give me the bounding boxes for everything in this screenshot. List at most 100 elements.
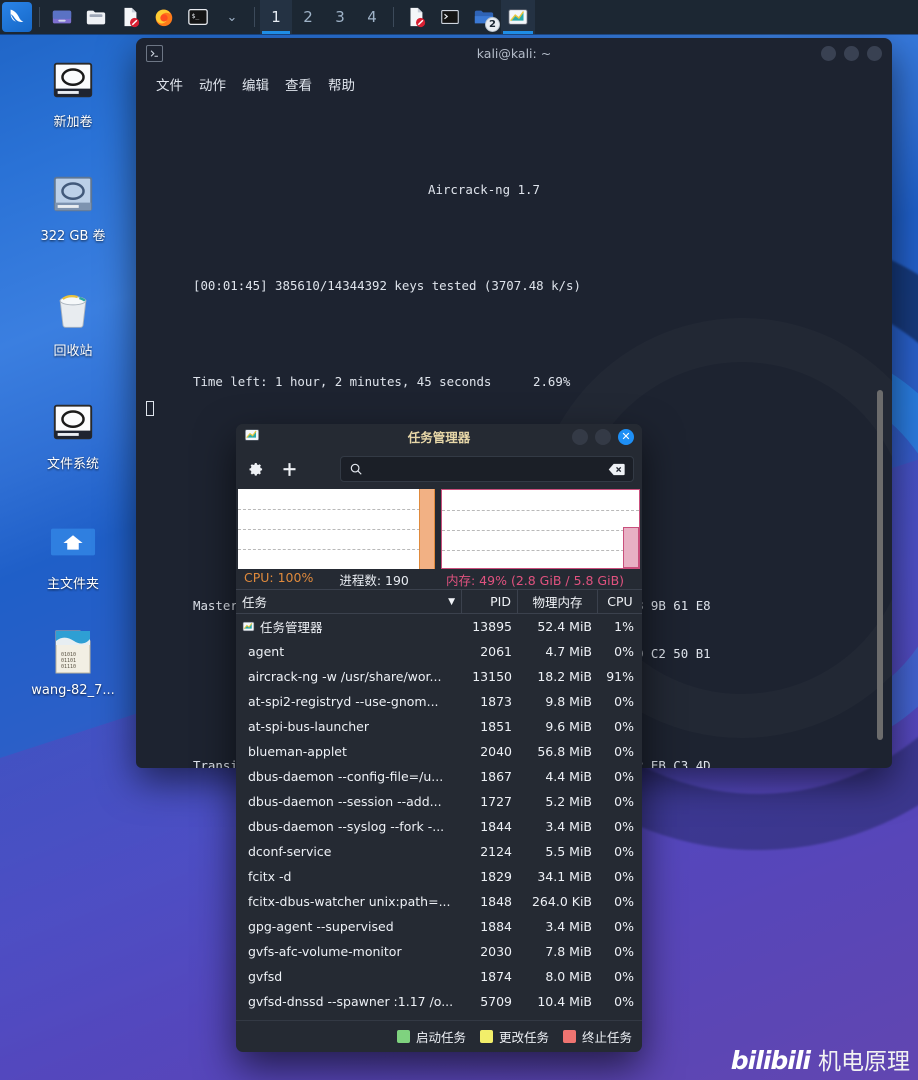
svg-text:01110: 01110 [61,664,76,670]
desktop-icon-322gb-volume[interactable]: 322 GB 卷 [18,170,128,244]
table-row[interactable]: dconf-service 2124 5.5 MiB 0% [236,839,642,864]
aircrack-title: Aircrack-ng 1.7 [428,182,540,197]
workspace-switcher-icon[interactable] [45,0,79,34]
desktop-icon-label: wang-82_7... [31,683,115,698]
process-memory: 9.8 MiB [545,694,592,709]
settings-button[interactable] [244,461,266,478]
table-row[interactable]: gpg-agent --supervised 1884 3.4 MiB 0% [236,914,642,939]
process-list[interactable]: 任务管理器 13895 52.4 MiB 1% agent 2061 4.7 M… [236,614,642,1020]
column-header-memory[interactable]: 物理内存 [518,590,598,613]
resource-graphs [236,489,642,569]
table-row[interactable]: agent 2061 4.7 MiB 0% [236,639,642,664]
desktop-icon-trash[interactable]: 回收站 [18,285,128,359]
process-pid: 13895 [472,619,512,634]
terminal-titlebar[interactable]: kali@kali: ~ [136,38,892,68]
process-cpu: 0% [614,719,634,734]
process-pid: 2124 [480,844,512,859]
legend-swatch-yellow [479,1030,493,1043]
process-memory: 9.6 MiB [545,719,592,734]
workspace-4[interactable]: 4 [356,0,388,34]
process-memory: 4.4 MiB [545,769,592,784]
desktop-icon-home[interactable]: 主文件夹 [18,518,128,592]
terminal-icon[interactable]: $_ [181,0,215,34]
window-button-terminal[interactable] [433,0,467,34]
workspace-2[interactable]: 2 [292,0,324,34]
window-button-task-manager[interactable] [501,0,535,34]
process-cpu: 0% [614,744,634,759]
column-header-cpu[interactable]: CPU [598,590,642,613]
terminal-menu-file[interactable]: 文件 [156,74,183,94]
terminal-menu-view[interactable]: 查看 [285,74,312,94]
desktop-icon-capture-file[interactable]: 01010 01101 01110 wang-82_7... [18,628,128,698]
window-button-folder[interactable]: 2 [467,0,501,34]
firefox-icon[interactable] [147,0,181,34]
drive-icon [49,56,97,104]
watermark: bilibili 机电原理 [731,1042,910,1076]
window-button-text-editor[interactable] [399,0,433,34]
table-row[interactable]: aircrack-ng -w /usr/share/wor... 13150 1… [236,664,642,689]
task-manager-minimize-button[interactable] [572,428,588,445]
column-header-pid[interactable]: PID [462,590,518,613]
table-row[interactable]: at-spi2-registryd --use-gnom... 1873 9.8… [236,689,642,714]
task-manager-maximize-button[interactable] [595,428,611,445]
process-memory: 8.0 MiB [545,969,592,984]
desktop-icon-new-volume[interactable]: 新加卷 [18,56,128,130]
process-name: dbus-daemon --syslog --fork -... [248,819,445,834]
terminal-menu-actions[interactable]: 动作 [199,74,226,94]
drive-icon [49,398,97,446]
memory-graph [441,489,640,569]
legend-swatch-green [396,1030,410,1043]
launcher-dropdown-button[interactable]: ⌄ [215,0,249,34]
refresh-rate-button[interactable] [278,461,300,478]
desktop-icon-label: 新加卷 [53,115,93,130]
table-row[interactable]: at-spi-bus-launcher 1851 9.6 MiB 0% [236,714,642,739]
process-name: at-spi2-registryd --use-gnom... [248,694,439,709]
task-manager-window[interactable]: 任务管理器 ✕ CPU: 100% 进程数: 190 内存: 49% (2.8 … [236,424,642,1052]
process-cpu: 0% [614,794,634,809]
terminal-maximize-button[interactable] [844,45,859,61]
table-row[interactable]: fcitx -d 1829 34.1 MiB 0% [236,864,642,889]
process-name: 任务管理器 [260,620,323,635]
workspace-1[interactable]: 1 [260,0,292,34]
terminal-minimize-button[interactable] [821,45,836,61]
table-row[interactable]: dbus-daemon --session --add... 1727 5.2 … [236,789,642,814]
memory-graph-bar [623,527,639,568]
process-memory: 5.2 MiB [545,794,592,809]
kali-menu-button[interactable] [0,0,34,34]
file-manager-icon[interactable] [79,0,113,34]
terminal-scrollbar[interactable] [877,390,883,740]
task-manager-close-button[interactable]: ✕ [618,428,634,445]
table-row[interactable]: gvfsd 1874 8.0 MiB 0% [236,964,642,989]
search-box[interactable] [340,456,634,482]
terminal-window-buttons [821,45,882,61]
process-pid: 2061 [480,644,512,659]
terminal-menu-edit[interactable]: 编辑 [242,74,269,94]
top-panel: $_ ⌄ 1 2 3 4 2 [0,0,918,34]
table-row[interactable]: fcitx-dbus-watcher unix:path=... 1848 26… [236,889,642,914]
process-memory: 3.4 MiB [545,919,592,934]
panel-separator-1 [39,7,40,27]
svg-text:$_: $_ [192,12,200,20]
table-row[interactable]: gvfsd-dnssd --spawner :1.17 /o... 5709 1… [236,989,642,1014]
terminal-menu-help[interactable]: 帮助 [328,74,355,94]
panel-separator-2 [254,7,255,27]
process-memory: 34.1 MiB [537,869,592,884]
column-header-task[interactable]: 任务 ▼ [236,590,462,613]
table-row[interactable]: blueman-applet 2040 56.8 MiB 0% [236,739,642,764]
process-name: gpg-agent --supervised [248,919,394,934]
clear-search-icon[interactable] [608,463,625,476]
aircrack-timeleft: Time left: 1 hour, 2 minutes, 45 seconds [193,374,492,389]
workspace-3[interactable]: 3 [324,0,356,34]
table-row[interactable]: 任务管理器 13895 52.4 MiB 1% [236,614,642,639]
task-manager-titlebar[interactable]: 任务管理器 ✕ [236,424,642,449]
table-row[interactable]: dbus-daemon --syslog --fork -... 1844 3.… [236,814,642,839]
desktop-icon-filesystem[interactable]: 文件系统 [18,398,128,472]
text-editor-icon[interactable] [113,0,147,34]
terminal-close-button[interactable] [867,45,882,61]
panel-separator-3 [393,7,394,27]
table-row[interactable]: dbus-daemon --config-file=/u... 1867 4.4… [236,764,642,789]
terminal-cursor [146,401,154,416]
process-cpu: 0% [614,944,634,959]
search-input[interactable] [369,462,608,476]
table-row[interactable]: gvfs-afc-volume-monitor 2030 7.8 MiB 0% [236,939,642,964]
